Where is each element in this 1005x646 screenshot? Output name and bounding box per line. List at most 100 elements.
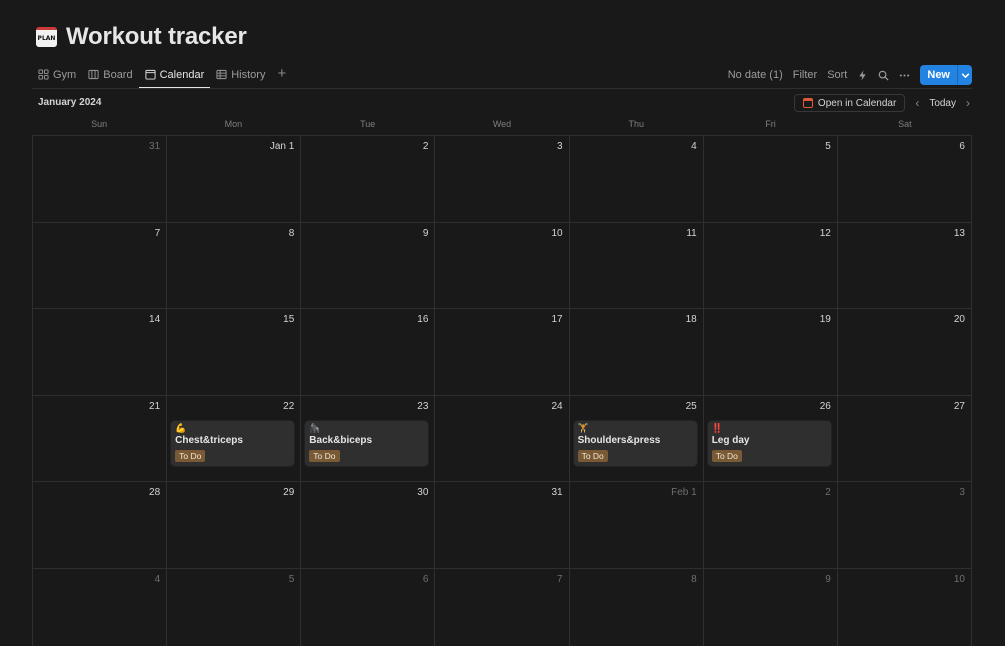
calendar-day-cell[interactable]: 14 (33, 309, 168, 396)
chevron-right-icon[interactable]: › (964, 96, 972, 110)
more-icon[interactable] (899, 70, 910, 81)
chevron-down-icon[interactable] (958, 65, 972, 85)
calendar-day-cell[interactable]: 27 (837, 395, 972, 482)
calendar-day-cell[interactable]: 15 (167, 309, 302, 396)
calendar-day-cell[interactable]: 3 (435, 136, 570, 223)
day-number: 5 (288, 573, 295, 585)
calendar-icon (145, 69, 156, 80)
add-view-icon[interactable]: + (271, 63, 292, 84)
calendar-day-cell[interactable]: 9 (704, 568, 838, 646)
calendar-day-cell[interactable]: 12 (703, 222, 838, 309)
calendar-day-cell[interactable]: 10 (838, 568, 972, 646)
day-number: 26 (819, 400, 831, 412)
tabs-divider (32, 88, 972, 89)
automation-icon[interactable] (857, 69, 868, 81)
calendar-day-cell[interactable]: 10 (435, 222, 570, 309)
day-number: 4 (691, 141, 697, 152)
calendar-day-cell[interactable]: 28 (33, 482, 168, 569)
calendar-day-cell[interactable]: 8 (570, 568, 704, 646)
day-number: 5 (825, 141, 831, 152)
day-number: 23 (417, 400, 429, 412)
weekday-label: Sun (91, 119, 108, 129)
calendar-day-cell[interactable]: 4 (33, 568, 168, 646)
calendar-day-cell[interactable]: 17 (435, 309, 570, 396)
filter-button[interactable]: Filter (793, 69, 817, 81)
calendar-day-cell[interactable]: 7 (435, 568, 570, 646)
day-number: 28 (149, 487, 161, 498)
day-number: 7 (557, 573, 563, 585)
today-button[interactable]: Today (929, 98, 956, 109)
calendar-day-cell[interactable]: 20 (837, 309, 972, 396)
status-badge: To Do (309, 449, 340, 462)
chevron-left-icon[interactable]: ‹ (913, 96, 921, 110)
day-number: 30 (417, 487, 429, 498)
calendar-day-cell[interactable]: 11 (569, 222, 704, 309)
calendar-day-cell[interactable]: 13 (837, 222, 972, 309)
tab-label: Gym (53, 68, 77, 81)
calendar-day-cell[interactable]: 30 (301, 482, 436, 569)
day-number: 8 (691, 573, 697, 585)
tab-gym[interactable]: Gym (32, 63, 82, 86)
event-title: Shoulders&press (577, 434, 661, 446)
calendar-day-cell[interactable]: 4 (569, 136, 704, 223)
weekday-label: Tue (360, 119, 376, 129)
calendar-day-cell[interactable]: 18 (569, 309, 704, 396)
event-emoji-icon: 🦍 (309, 423, 321, 434)
day-number: 6 (422, 573, 429, 585)
calendar-day-cell[interactable]: 5 (167, 568, 302, 646)
calendar-day-cell[interactable]: 24 (435, 395, 570, 482)
day-number: 2 (422, 141, 429, 152)
calendar-day-cell[interactable]: 21 (33, 395, 168, 482)
calendar-day-cell[interactable]: 6 (837, 136, 972, 223)
tab-history[interactable]: History (210, 63, 271, 86)
open-in-calendar-button[interactable]: Open in Calendar (793, 94, 906, 112)
day-number: 12 (819, 227, 831, 239)
calendar-day-cell[interactable]: 2 (301, 136, 436, 223)
weekday-label: Sat (898, 119, 912, 129)
calendar-day-cell[interactable]: 7 (33, 222, 168, 309)
page-title[interactable]: Workout tracker (66, 23, 247, 51)
calendar-day-cell[interactable]: 16 (301, 309, 436, 396)
day-number: 10 (953, 573, 965, 585)
event-card[interactable]: 💪 Chest&triceps To Do (171, 420, 295, 466)
event-card[interactable]: 🦍 Back&biceps To Do (305, 420, 429, 466)
day-number: 8 (288, 227, 295, 239)
calendar-controls: Open in Calendar ‹ Today › (793, 94, 972, 112)
event-card[interactable]: 🏋 Shoulders&press To Do (573, 420, 697, 466)
sort-button[interactable]: Sort (827, 69, 847, 81)
calendar-day-cell[interactable]: 5 (703, 136, 838, 223)
calendar-day-cell[interactable]: 29 (167, 482, 302, 569)
event-card[interactable]: ‼️ Leg day To Do (707, 420, 831, 466)
tab-label: History (231, 68, 266, 81)
calendar-day-cell[interactable]: 22 💪 Chest&triceps To Do (167, 395, 302, 482)
calendar-day-cell[interactable]: 3 (837, 482, 972, 569)
calendar-day-cell[interactable]: Feb 1 (569, 482, 704, 569)
calendar-day-cell[interactable]: 31 (33, 136, 168, 223)
calendar-day-cell[interactable]: 23 🦍 Back&biceps To Do (301, 395, 436, 482)
day-number: Jan 1 (269, 141, 295, 152)
calendar-day-cell[interactable]: 26 ‼️ Leg day To Do (703, 395, 838, 482)
day-number: 24 (551, 400, 563, 412)
status-badge: To Do (577, 449, 608, 462)
calendar-day-cell[interactable]: Jan 1 (167, 136, 302, 223)
day-number: 27 (953, 400, 965, 412)
calendar-day-cell[interactable]: 8 (167, 222, 302, 309)
calendar-day-cell[interactable]: 19 (703, 309, 838, 396)
tab-board[interactable]: Board (82, 63, 138, 86)
day-number: 14 (149, 314, 161, 325)
new-button-group: New (920, 65, 972, 85)
calendar-day-cell[interactable]: 6 (301, 568, 436, 646)
calendar-day-cell[interactable]: 31 (435, 482, 570, 569)
calendar-day-cell[interactable]: 25 🏋 Shoulders&press To Do (569, 395, 704, 482)
calendar-day-cell[interactable]: 9 (301, 222, 436, 309)
no-date-button[interactable]: No date (1) (728, 69, 783, 81)
tab-calendar[interactable]: Calendar (138, 63, 211, 89)
day-number: 9 (422, 227, 429, 239)
weekday-label: Fri (765, 119, 776, 129)
calendar-day-cell[interactable]: 2 (703, 482, 838, 569)
day-number: 3 (557, 141, 563, 152)
page-icon[interactable]: PLAN (36, 27, 57, 47)
new-button[interactable]: New (920, 65, 958, 85)
search-icon[interactable] (878, 70, 889, 81)
status-badge: To Do (711, 449, 742, 462)
